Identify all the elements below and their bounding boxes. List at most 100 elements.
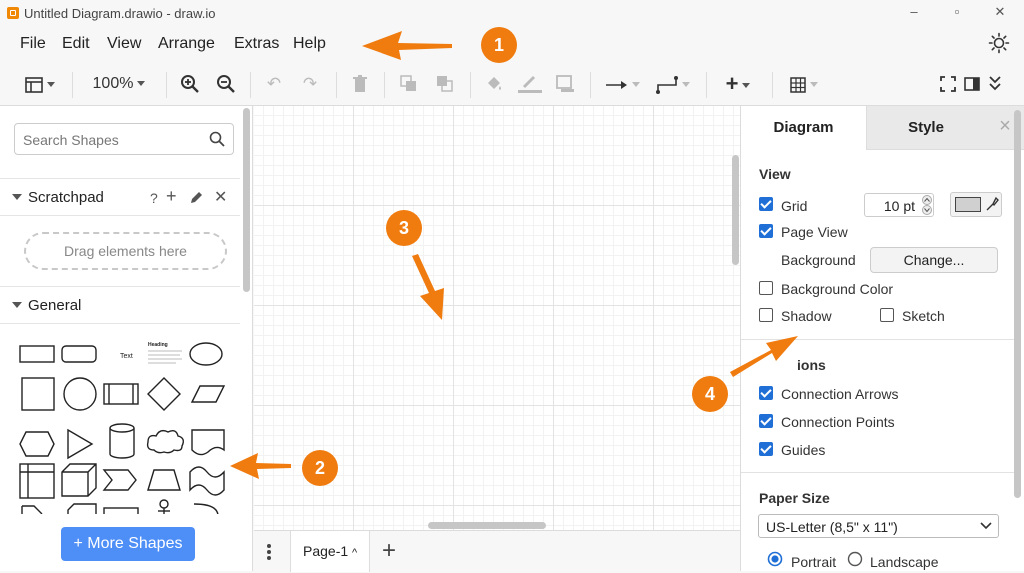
format-panel-toggle-icon[interactable] [964, 76, 980, 92]
callout-2: 2 [302, 450, 338, 486]
to-front-icon[interactable] [400, 75, 418, 93]
callout-3: 3 [386, 210, 422, 246]
close-window-button[interactable]: ✕ [990, 4, 1010, 20]
table-button[interactable] [784, 72, 824, 96]
eyedropper-icon [986, 196, 999, 211]
collapse-chevrons-icon[interactable] [988, 74, 1002, 92]
shape-cloud [146, 429, 185, 454]
sidebar-scrollbar[interactable] [243, 108, 250, 292]
guides-label: Guides [781, 442, 826, 458]
maximize-button[interactable]: ▫ [947, 4, 967, 19]
connection-points-checkbox[interactable] [759, 414, 773, 428]
redo-icon[interactable]: ↷ [298, 72, 322, 96]
portrait-radio[interactable] [767, 551, 783, 567]
canvas-horizontal-scrollbar[interactable] [428, 522, 546, 529]
fill-color-icon[interactable] [484, 74, 504, 94]
sketch-checkbox[interactable] [880, 308, 894, 322]
connection-arrows-checkbox[interactable] [759, 386, 773, 400]
chevron-down-icon [980, 522, 992, 530]
fullscreen-icon[interactable] [940, 76, 956, 92]
grid-color-button[interactable] [950, 192, 1002, 217]
format-panel-scrollbar[interactable] [1014, 110, 1021, 498]
paper-size-select[interactable]: US-Letter (8,5" x 11") [758, 514, 999, 538]
scratchpad-help-icon[interactable]: ? [150, 190, 158, 206]
theme-sun-icon[interactable] [988, 32, 1010, 54]
pages-menu-icon[interactable] [266, 543, 272, 561]
background-color-checkbox[interactable] [759, 281, 773, 295]
spinner-arrows-icon[interactable] [921, 195, 933, 215]
waypoints-button[interactable] [654, 72, 692, 96]
tab-style[interactable]: Style [866, 106, 985, 150]
shape-document [191, 429, 225, 456]
options-heading: ions [797, 357, 826, 373]
callout-4: 4 [692, 376, 728, 412]
page-tab[interactable]: Page-1 ^ [290, 531, 370, 572]
grid-color-swatch [955, 197, 981, 212]
guides-checkbox[interactable] [759, 442, 773, 456]
page-view-label: Page View [781, 224, 848, 240]
change-background-button[interactable]: Change... [870, 247, 998, 273]
line-color-icon[interactable] [518, 74, 542, 94]
undo-icon[interactable]: ↶ [262, 72, 286, 96]
menu-arrange[interactable]: Arrange [158, 35, 215, 53]
portrait-label: Portrait [791, 554, 837, 570]
general-label: General [28, 297, 82, 314]
menu-help[interactable]: Help [293, 35, 326, 53]
view-heading: View [759, 166, 791, 182]
page-view-checkbox[interactable] [759, 224, 773, 238]
scratchpad-add-icon[interactable]: + [166, 186, 177, 207]
scratchpad-close-icon[interactable]: ✕ [214, 187, 227, 207]
minimize-button[interactable]: – [904, 4, 924, 19]
more-shapes-button[interactable]: + More Shapes [61, 527, 195, 561]
expand-triangle-icon [12, 194, 22, 200]
zoom-out-icon[interactable] [216, 74, 236, 94]
shape-parallelogram [190, 385, 226, 403]
table-icon [790, 76, 806, 93]
to-back-icon[interactable] [436, 75, 454, 93]
format-panel: Diagram Style × View Grid 10 pt Page Vie… [740, 106, 1024, 571]
expand-triangle-icon [12, 302, 22, 308]
general-header[interactable]: General [0, 286, 240, 324]
shape-step [102, 469, 137, 491]
grid-checkbox[interactable] [759, 197, 773, 211]
panels-button[interactable] [18, 72, 62, 96]
shadow-checkbox[interactable] [759, 308, 773, 322]
scratchpad-label: Scratchpad [28, 189, 104, 206]
zoom-in-icon[interactable] [180, 74, 200, 94]
insert-button[interactable]: + [718, 72, 758, 96]
drawio-logo-icon [7, 7, 19, 19]
shape-internal-storage [19, 463, 55, 499]
shape-ellipse [189, 342, 223, 366]
shape-actor [159, 499, 169, 509]
shape-tape [189, 466, 225, 496]
callout-1: 1 [481, 27, 517, 63]
shadow-icon[interactable] [556, 75, 576, 93]
canvas-vertical-scrollbar[interactable] [732, 155, 739, 265]
shape-circle [63, 377, 97, 411]
connection-style-button[interactable] [604, 72, 642, 96]
menu-edit[interactable]: Edit [62, 35, 90, 53]
tab-diagram[interactable]: Diagram [741, 106, 866, 150]
shape-triangle [67, 428, 94, 460]
grid-label: Grid [781, 198, 808, 214]
plus-icon: + [725, 71, 739, 96]
scratchpad-edit-pencil-icon[interactable] [189, 191, 203, 205]
shape-heading: Heading [148, 342, 168, 348]
menu-extras[interactable]: Extras [234, 35, 279, 53]
landscape-radio[interactable] [847, 551, 863, 567]
shape-note [21, 505, 43, 514]
general-shapes-palette: Text Heading [19, 342, 226, 514]
delete-trash-icon[interactable] [352, 75, 368, 93]
menu-view[interactable]: View [107, 35, 141, 53]
scratchpad-dropzone[interactable]: Drag elements here [24, 232, 227, 270]
shape-hexagon [19, 431, 55, 457]
search-icon[interactable] [209, 131, 225, 147]
menu-file[interactable]: File [20, 35, 46, 53]
add-page-button[interactable]: + [382, 537, 396, 565]
scratchpad-header[interactable]: Scratchpad ? + ✕ [0, 178, 240, 216]
zoom-dropdown[interactable]: 100% [84, 72, 154, 96]
search-shapes-input[interactable]: Search Shapes [14, 123, 234, 155]
chevron-up-icon: ^ [352, 547, 358, 559]
toolbar: 100% ↶ ↷ + [0, 62, 1024, 106]
shape-rounded-rectangle [61, 345, 97, 363]
